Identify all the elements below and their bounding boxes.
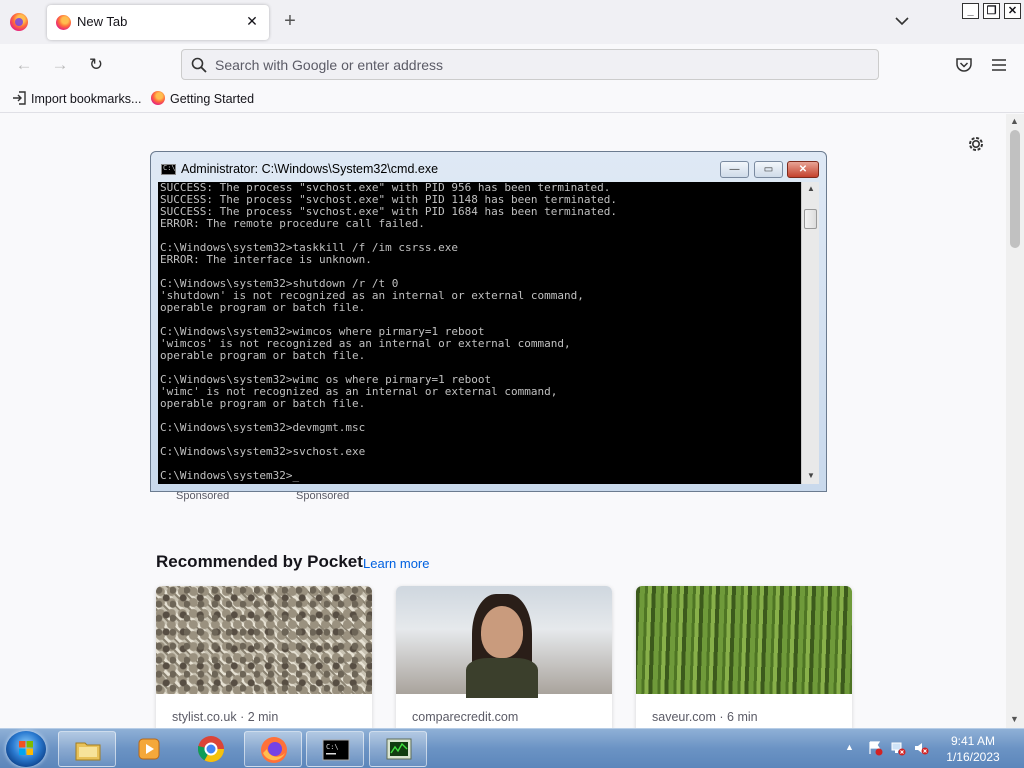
bookmarks-toolbar: Import bookmarks... Getting Started xyxy=(0,86,1024,113)
firefox-view-icon[interactable] xyxy=(10,13,28,31)
import-icon xyxy=(13,91,26,105)
cmd-minimize-button[interactable]: — xyxy=(720,161,749,178)
learn-more-link[interactable]: Learn more xyxy=(363,556,429,571)
taskbar-firefox[interactable] xyxy=(244,731,302,767)
new-tab-button[interactable]: + xyxy=(280,10,300,32)
cmd-scroll-up-icon[interactable]: ▲ xyxy=(807,184,815,193)
cmd-console[interactable]: SUCCESS: The process "svchost.exe" with … xyxy=(158,182,801,484)
tab-new-tab[interactable]: New Tab ✕ xyxy=(47,5,269,40)
clock[interactable]: 9:41 AM 1/16/2023 xyxy=(936,733,1010,765)
pocket-card[interactable]: stylist.co.uk · 2 min xyxy=(156,586,372,728)
maximize-button[interactable]: ❐ xyxy=(983,3,1000,19)
taskbar-cmd[interactable]: C:\ xyxy=(306,731,364,767)
reload-button[interactable]: ↻ xyxy=(84,53,108,77)
taskbar-chrome[interactable] xyxy=(182,731,240,767)
cmd-icon xyxy=(161,164,176,175)
cmd-scrollbar[interactable]: ▲ ▼ xyxy=(801,182,819,484)
taskbar-task-manager[interactable] xyxy=(369,731,427,767)
card-source: saveur.com · 6 min xyxy=(652,710,758,724)
svg-text:C:\: C:\ xyxy=(326,743,339,751)
cmd-close-button[interactable]: ✕ xyxy=(787,161,819,178)
start-button[interactable] xyxy=(6,731,46,767)
task-manager-icon xyxy=(386,738,412,760)
chrome-icon xyxy=(197,736,225,763)
pocket-card[interactable]: saveur.com · 6 min xyxy=(636,586,852,728)
show-hidden-icons-icon[interactable]: ▲ xyxy=(845,742,854,752)
cmd-title: Administrator: C:\Windows\System32\cmd.e… xyxy=(181,162,439,176)
cmd-scroll-thumb[interactable] xyxy=(804,209,817,229)
firefox-favicon-icon xyxy=(56,15,71,30)
card-image-asparagus xyxy=(636,586,852,694)
card-source: stylist.co.uk · 2 min xyxy=(172,710,279,724)
chevron-down-icon[interactable] xyxy=(893,12,911,30)
cmd-maximize-button[interactable]: ▭ xyxy=(754,161,783,178)
card-image-pebbles xyxy=(156,586,372,694)
windows-logo-icon xyxy=(19,741,33,755)
volume-muted-icon[interactable] xyxy=(913,740,929,756)
cmd-scroll-down-icon[interactable]: ▼ xyxy=(807,471,815,480)
taskbar: C:\ ▲ 9:41 AM 1/16/2023 xyxy=(0,728,1024,768)
cmd-output: SUCCESS: The process "svchost.exe" with … xyxy=(160,182,617,482)
clock-time: 9:41 AM xyxy=(950,734,996,748)
clock-date: 1/16/2023 xyxy=(946,750,1000,764)
bookmark-label: Getting Started xyxy=(170,92,255,106)
forward-button[interactable]: → xyxy=(48,53,72,77)
scroll-thumb[interactable] xyxy=(1010,130,1020,248)
cmd-icon: C:\ xyxy=(322,739,350,761)
pocket-heading: Recommended by Pocket xyxy=(156,552,363,571)
scroll-up-arrow-icon[interactable]: ▲ xyxy=(1010,116,1019,126)
bookmark-import[interactable]: Import bookmarks... xyxy=(12,91,141,106)
tab-title: New Tab xyxy=(77,14,128,29)
folder-icon xyxy=(75,742,101,761)
scroll-down-arrow-icon[interactable]: ▼ xyxy=(1010,714,1019,724)
bookmark-label: Import bookmarks... xyxy=(31,92,142,106)
close-window-button[interactable]: ✕ xyxy=(1004,3,1021,19)
back-button[interactable]: ← xyxy=(12,53,36,77)
card-image-woman-on-street xyxy=(396,586,612,698)
bookmark-getting-started[interactable]: Getting Started xyxy=(151,91,254,106)
taskbar-explorer[interactable] xyxy=(58,731,116,767)
address-input[interactable] xyxy=(215,55,855,75)
firefox-icon xyxy=(261,737,287,763)
gear-icon[interactable] xyxy=(966,134,986,154)
firefox-icon xyxy=(151,91,165,105)
tab-strip: New Tab ✕ + _ ❐ ✕ xyxy=(0,0,1024,44)
page-scrollbar[interactable]: ▲ ▼ xyxy=(1006,114,1024,728)
pocket-icon[interactable] xyxy=(955,56,973,74)
taskbar-media-player[interactable] xyxy=(120,731,178,767)
search-icon xyxy=(191,57,207,73)
tab-close-icon[interactable]: ✕ xyxy=(243,12,261,30)
cmd-titlebar[interactable]: Administrator: C:\Windows\System32\cmd.e… xyxy=(151,152,826,182)
url-bar[interactable] xyxy=(181,49,879,80)
cmd-window[interactable]: Administrator: C:\Windows\System32\cmd.e… xyxy=(150,151,827,492)
nav-bar: ← → ↻ xyxy=(0,44,1024,86)
minimize-button[interactable]: _ xyxy=(962,3,979,19)
network-icon[interactable] xyxy=(890,740,906,756)
pocket-card[interactable]: comparecredit.com xyxy=(396,586,612,728)
media-player-icon xyxy=(138,738,160,760)
card-source: comparecredit.com xyxy=(412,710,519,724)
action-center-icon[interactable] xyxy=(867,740,883,756)
menu-icon[interactable] xyxy=(991,57,1007,73)
